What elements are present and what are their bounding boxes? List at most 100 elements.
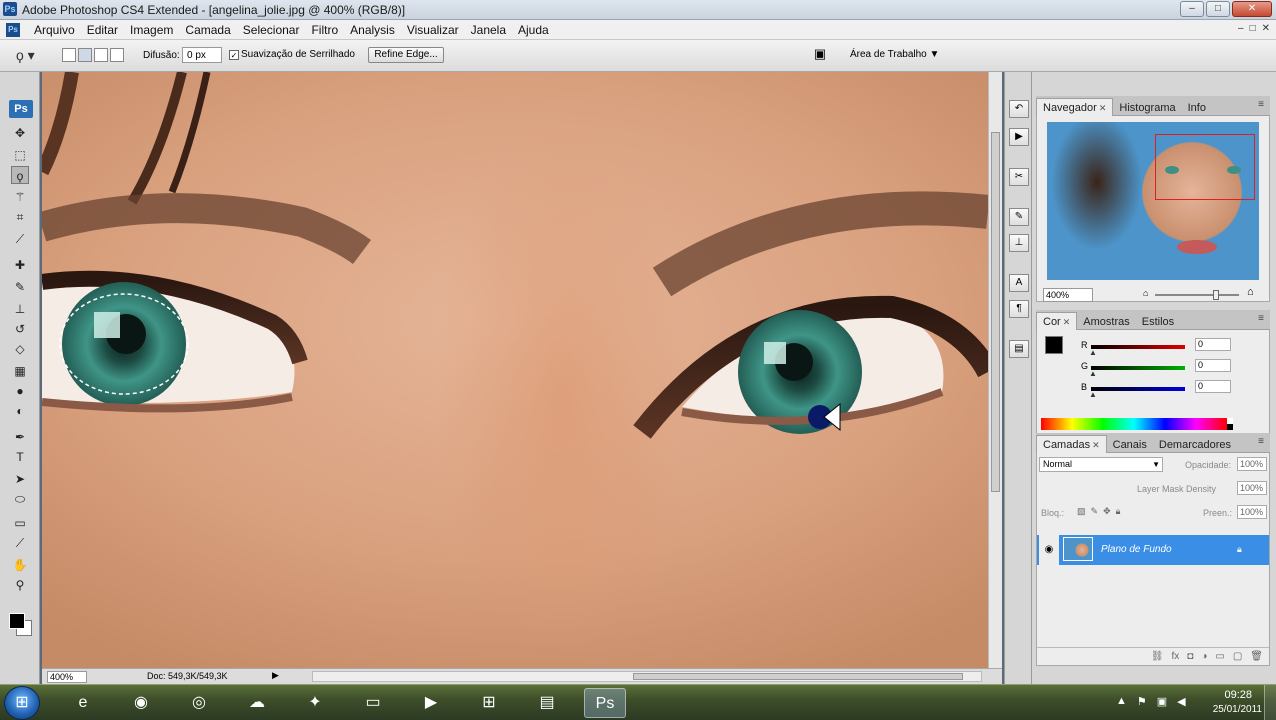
tab-channels[interactable]: Canais [1107,436,1153,454]
vertical-scroll-thumb[interactable] [991,132,1000,492]
antialias-checkbox[interactable]: ✓ [229,50,239,60]
color-spectrum-ramp[interactable] [1041,418,1227,430]
link-layers-icon[interactable]: ⛓ [1151,651,1164,665]
feather-input[interactable]: 0 px [182,47,222,63]
tray-expand-icon[interactable]: ▲ [1116,695,1127,708]
layer-name[interactable]: Plano de Fundo [1101,544,1172,555]
menu-filtro[interactable]: Filtro [305,23,344,37]
dodge-tool-icon[interactable]: ◐ [11,402,29,420]
new-group-icon[interactable]: ▭ [1215,651,1224,665]
subtract-selection-mode-icon[interactable] [94,48,108,62]
clone-source-icon[interactable]: ⊥ [1009,234,1029,252]
vertical-scrollbar[interactable] [988,72,1002,668]
status-menu-arrow[interactable]: ▶ [272,670,279,681]
network-tray-icon[interactable]: ▣ [1157,695,1167,708]
firefox-icon[interactable]: ◉ [120,688,162,718]
internet-explorer-icon[interactable]: e [62,688,104,718]
action-center-icon[interactable]: ⚑ [1137,695,1147,708]
show-desktop-button[interactable] [1264,685,1276,720]
chrome-icon[interactable]: ◎ [178,688,220,718]
opacity-field[interactable]: 100% [1237,457,1267,471]
menu-camada[interactable]: Camada [179,23,236,37]
add-mask-icon[interactable]: ◘ [1187,651,1193,665]
slider-knob-icon[interactable]: ▲ [1089,348,1097,357]
document-canvas[interactable] [42,72,988,668]
healing-tool-icon[interactable]: ✚ [11,256,29,274]
gradient-tool-icon[interactable]: ▦ [11,362,29,380]
panel-menu-icon[interactable]: ≡ [1258,436,1264,447]
brushes-panel-icon[interactable]: ✎ [1009,208,1029,226]
navigator-zoom-field[interactable]: 400% [1043,288,1093,302]
app-menu-icon[interactable]: Ps [6,23,20,37]
history-brush-tool-icon[interactable]: ↺ [11,320,29,338]
close-tab-icon[interactable]: ✕ [1063,317,1071,327]
layer-comps-icon[interactable]: ▤ [1009,340,1029,358]
brush-tool-icon[interactable]: ✎ [11,278,29,296]
winrar-icon[interactable]: ▤ [526,688,568,718]
zoom-out-icon[interactable]: ⌂ [1143,288,1148,298]
panel-menu-icon[interactable]: ≡ [1258,313,1264,324]
black-white-ramp[interactable] [1227,418,1233,430]
eyedropper-3d-tool-icon[interactable]: ⟋ [11,534,29,552]
close-tab-icon[interactable]: ✕ [1092,440,1100,450]
menu-selecionar[interactable]: Selecionar [237,23,306,37]
photoshop-taskbar-icon[interactable]: Ps [584,688,626,718]
delete-layer-icon[interactable]: 🗑︎ [1250,651,1263,665]
clock-time[interactable]: 09:28 [1224,689,1252,701]
clock-date[interactable]: 25/01/2011 [1213,704,1262,715]
menu-arquivo[interactable]: Arquivo [28,23,81,37]
visibility-eye-icon[interactable]: ◉ [1039,535,1059,565]
folder-icon[interactable]: ▭ [352,688,394,718]
minimize-button[interactable]: – [1180,1,1204,17]
menu-analysis[interactable]: Analysis [344,23,401,37]
maximize-button[interactable]: □ [1206,1,1230,17]
new-layer-icon[interactable]: ▢ [1233,651,1242,665]
eyedropper-tool-icon[interactable]: ⟋ [11,230,29,248]
lock-pixels-icon[interactable]: ✎ [1091,506,1099,517]
lock-position-icon[interactable]: ✥ [1103,506,1111,517]
mask-density-field[interactable]: 100% [1237,481,1267,495]
add-selection-mode-icon[interactable] [78,48,92,62]
type-tool-icon[interactable]: T [11,448,29,466]
magic-wand-tool-icon[interactable]: ⚚ [11,188,29,206]
intersect-selection-mode-icon[interactable] [110,48,124,62]
zoom-slider-knob[interactable] [1213,290,1219,300]
clone-stamp-tool-icon[interactable]: ⊥ [11,300,29,318]
network-icon[interactable]: ☁ [236,688,278,718]
notes-tool-icon[interactable]: ▭ [11,514,29,532]
workspace-menu[interactable]: Área de Trabalho ▼ [850,49,939,60]
blue-channel-value[interactable]: 0 [1195,380,1231,393]
green-channel-value[interactable]: 0 [1195,359,1231,372]
green-channel-slider[interactable] [1091,366,1185,370]
crop-tool-icon[interactable]: ⌗ [11,208,29,226]
color-foreground-swatch[interactable] [1045,336,1063,354]
new-selection-mode-icon[interactable] [62,48,76,62]
slider-knob-icon[interactable]: ▲ [1089,390,1097,399]
path-selection-tool-icon[interactable]: ➤ [11,470,29,488]
blue-channel-slider[interactable] [1091,387,1185,391]
horizontal-scroll-thumb[interactable] [633,673,963,680]
red-channel-slider[interactable] [1091,345,1185,349]
lock-transparency-icon[interactable]: ▧ [1077,506,1086,517]
navigator-thumbnail[interactable] [1047,122,1259,280]
inkscape-icon[interactable]: ✦ [294,688,336,718]
status-zoom-field[interactable]: 400% [47,671,87,683]
tab-styles[interactable]: Estilos [1136,313,1180,331]
red-channel-value[interactable]: 0 [1195,338,1231,351]
shape-tool-icon[interactable]: ⬭ [11,490,29,508]
hand-tool-icon[interactable]: ✋ [11,556,29,574]
doc-close-button[interactable]: ✕ [1262,23,1270,34]
menu-editar[interactable]: Editar [81,23,124,37]
tab-histogram[interactable]: Histograma [1113,99,1181,117]
eraser-tool-icon[interactable]: ◇ [11,340,29,358]
panel-menu-icon[interactable]: ≡ [1258,99,1264,110]
slider-knob-icon[interactable]: ▲ [1089,369,1097,378]
foreground-color-swatch[interactable] [9,613,25,629]
move-tool-icon[interactable]: ✥ [11,124,29,142]
lasso-tool-preset-icon[interactable]: ϙ ▾ [16,47,42,65]
tab-layers[interactable]: Camadas ✕ [1036,435,1107,453]
menu-visualizar[interactable]: Visualizar [401,23,465,37]
volume-icon[interactable]: ◀ [1177,695,1185,708]
history-panel-icon[interactable]: ↶ [1009,100,1029,118]
navigator-zoom-slider[interactable] [1155,290,1239,300]
